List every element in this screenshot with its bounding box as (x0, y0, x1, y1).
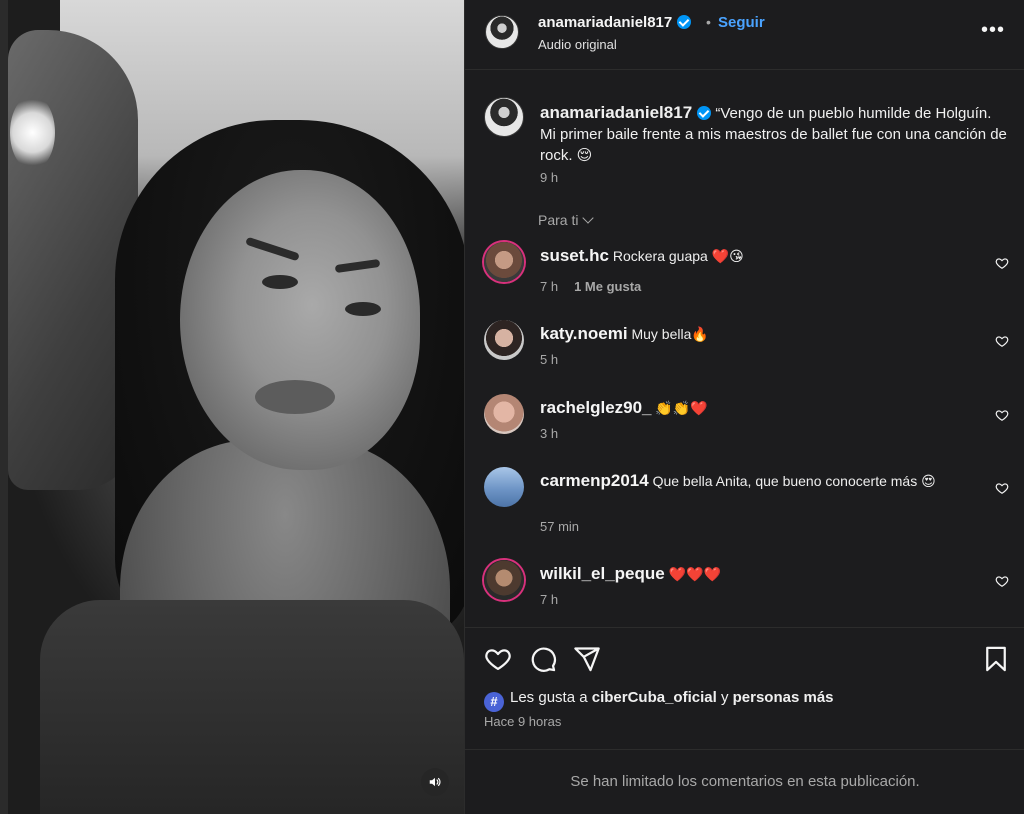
comment-icon[interactable] (529, 645, 557, 673)
comment-meta: 57 min (540, 519, 579, 534)
comment-line: rachelglez90_ 👏👏❤️ (540, 398, 980, 418)
post-header: anamariadaniel817 • Seguir Audio origina… (465, 0, 1024, 70)
comment-line: katy.noemi Muy bella🔥 (540, 324, 980, 344)
media-eye-left (262, 275, 298, 289)
caption-time: 9 h (540, 170, 559, 185)
verified-icon (677, 15, 692, 29)
heart-icon[interactable] (995, 481, 1009, 495)
comment-avatar[interactable] (484, 467, 524, 507)
likes-connector: y (720, 689, 729, 706)
post-actions-bar (465, 627, 1024, 749)
audio-link[interactable]: Audio original (538, 37, 617, 52)
mute-toggle-button[interactable] (421, 768, 449, 796)
heart-icon[interactable] (995, 334, 1009, 348)
share-icon[interactable] (573, 645, 601, 673)
separator-dot: • (706, 14, 711, 30)
bookmark-icon[interactable] (982, 645, 1010, 673)
comment-text: Muy bella🔥 (631, 326, 709, 342)
author-username-text[interactable]: anamariadaniel817 (538, 14, 672, 31)
comment-username[interactable]: katy.noemi (540, 324, 628, 343)
media-lips (255, 380, 335, 414)
comment-line: carmenp2014 Que bella Anita, que bueno c… (540, 471, 980, 491)
comment-text: ❤️❤️❤️ (668, 566, 721, 582)
media-edge (0, 0, 8, 814)
comment-time: 3 h (540, 426, 559, 441)
likes-prefix: Les gusta a (510, 689, 588, 706)
comment-meta: 7 h 1 Me gusta (540, 279, 641, 294)
liker-avatar[interactable]: # (484, 691, 504, 712)
likes-others-link[interactable]: personas más (733, 689, 834, 706)
author-username[interactable]: anamariadaniel817 (538, 14, 692, 31)
comments-filter-dropdown[interactable]: Para ti (538, 212, 595, 228)
comment-meta: 7 h (540, 592, 558, 607)
media-face (180, 170, 420, 470)
comments-section[interactable]: anamariadaniel817 “Vengo de un pueblo hu… (465, 71, 1024, 627)
heart-icon[interactable] (995, 256, 1009, 270)
comment-avatar[interactable] (484, 320, 524, 360)
comment-text: 👏👏❤️ (655, 400, 708, 416)
comment-avatar[interactable] (484, 242, 524, 282)
chevron-down-icon (582, 212, 595, 224)
filter-label: Para ti (538, 212, 579, 228)
comment-line: suset.hc Rockera guapa ❤️😘 (540, 246, 980, 266)
post-media[interactable] (0, 0, 464, 814)
comment-text: Que bella Anita, que bueno conocerte más… (652, 473, 936, 489)
more-options-icon[interactable]: ••• (981, 20, 1005, 40)
speaker-icon (429, 777, 441, 787)
heart-icon[interactable] (995, 574, 1009, 588)
comment-meta: 3 h (540, 426, 558, 441)
comment-username[interactable]: carmenp2014 (540, 471, 649, 490)
liker-username[interactable]: ciberCuba_oficial (592, 689, 717, 706)
author-avatar[interactable] (485, 15, 519, 49)
heart-icon[interactable] (995, 408, 1009, 422)
post-timestamp: Hace 9 horas (484, 714, 562, 729)
verified-icon (697, 106, 712, 120)
comment-avatar[interactable] (484, 560, 524, 600)
media-eye-right (345, 302, 381, 316)
comment-likes[interactable]: 1 Me gusta (574, 279, 641, 294)
media-clothing (40, 600, 464, 814)
comment-time: 5 h (540, 352, 559, 367)
comment-username[interactable]: suset.hc (540, 246, 609, 265)
heart-icon[interactable] (484, 645, 512, 673)
follow-button[interactable]: Seguir (718, 14, 765, 31)
likes-summary: # Les gusta a ciberCuba_oficial y persona… (484, 689, 834, 712)
comment-avatar[interactable] (484, 394, 524, 434)
comment-username[interactable]: rachelglez90_ (540, 398, 652, 417)
media-light-spot (10, 95, 55, 170)
comment-time: 57 min (540, 519, 580, 534)
comment-time: 7 h (540, 279, 559, 294)
comment-time: 7 h (540, 592, 559, 607)
comment-line: wilkil_el_peque ❤️❤️❤️ (540, 564, 980, 584)
caption-username[interactable]: anamariadaniel817 (540, 103, 692, 122)
comment-username[interactable]: wilkil_el_peque (540, 564, 665, 583)
comments-limited-notice: Se han limitado los comentarios en esta … (465, 749, 1024, 814)
post-details-panel: anamariadaniel817 • Seguir Audio origina… (464, 0, 1024, 814)
comment-text: Rockera guapa ❤️😘 (612, 248, 744, 264)
caption-text-block: anamariadaniel817 “Vengo de un pueblo hu… (540, 102, 1010, 166)
comment-meta: 5 h (540, 352, 558, 367)
caption-author-avatar[interactable] (484, 97, 524, 137)
